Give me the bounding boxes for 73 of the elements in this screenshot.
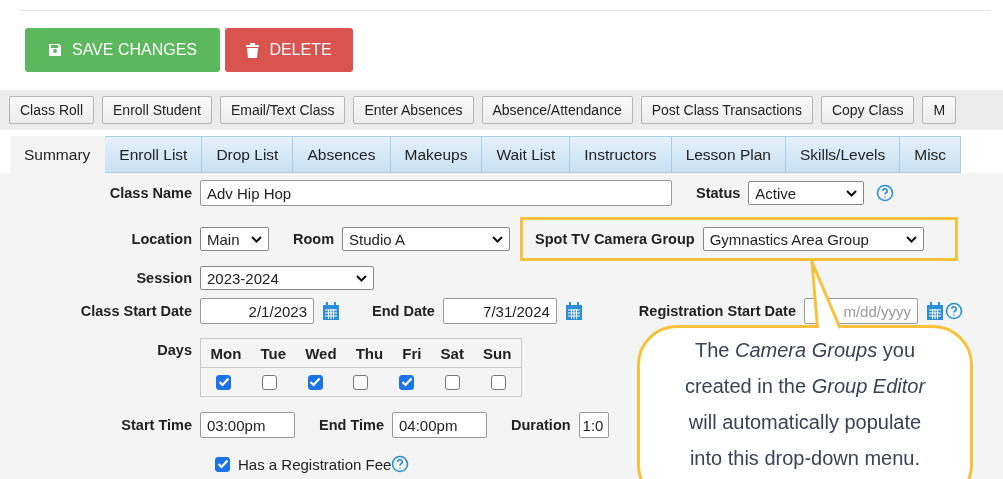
registration-fee-checkbox[interactable] bbox=[215, 456, 230, 472]
toolbar-button[interactable]: Class Roll bbox=[9, 96, 94, 124]
day-heading: Fri bbox=[402, 344, 422, 362]
toolbar-button[interactable]: Enter Absences bbox=[353, 96, 474, 124]
duration-field[interactable]: 1:0 bbox=[578, 412, 609, 438]
day-heading: Thu bbox=[355, 344, 384, 362]
day-checkbox[interactable] bbox=[399, 374, 415, 390]
day-checkbox[interactable] bbox=[216, 374, 232, 390]
day-heading: Tue bbox=[260, 344, 287, 362]
tab[interactable]: Absences bbox=[293, 136, 391, 173]
field-label: Spot TV Camera Group bbox=[535, 231, 695, 247]
trash-icon bbox=[246, 42, 260, 58]
field-label: Session bbox=[135, 270, 193, 286]
toolbar-button[interactable]: Post Class Transactions bbox=[640, 96, 813, 124]
calendar-icon[interactable] bbox=[322, 301, 340, 321]
day-heading: Sat bbox=[440, 344, 464, 362]
help-icon[interactable] bbox=[391, 455, 410, 473]
callout-bubble: The Camera Groups you created in the Group Editor will automatically populate into this drop-down menu. bbox=[637, 325, 973, 479]
tab[interactable]: Summary bbox=[10, 136, 106, 173]
day-checkbox[interactable] bbox=[490, 374, 506, 390]
room-select[interactable]: Studio A bbox=[342, 227, 511, 251]
tab[interactable]: Lesson Plan bbox=[671, 136, 786, 173]
day-checkbox[interactable] bbox=[353, 374, 369, 390]
camera-group-select[interactable]: Gymnastics Area Group bbox=[702, 227, 924, 251]
chevron-icon bbox=[251, 235, 262, 243]
chevron-icon bbox=[846, 189, 858, 197]
chevron-icon bbox=[905, 235, 917, 243]
field-label: Class Name bbox=[108, 185, 193, 201]
start-time-field[interactable]: 03:00pm bbox=[200, 412, 295, 438]
toolbar-button[interactable]: Email/Text Class bbox=[219, 96, 346, 124]
calendar-icon[interactable] bbox=[925, 301, 944, 321]
tab[interactable]: Drop List bbox=[202, 136, 294, 173]
status-select[interactable]: Active bbox=[748, 181, 865, 205]
tab[interactable]: Misc bbox=[900, 136, 962, 173]
tab[interactable]: Enroll List bbox=[105, 136, 203, 173]
session-select[interactable]: 2023-2024 bbox=[200, 266, 374, 290]
field-label: Duration bbox=[511, 417, 571, 433]
field-label: Room bbox=[293, 231, 335, 247]
field-label: Days bbox=[156, 341, 193, 358]
day-checkbox[interactable] bbox=[444, 374, 460, 390]
field-label: Registration Start Date bbox=[638, 303, 796, 319]
calendar-icon[interactable] bbox=[564, 301, 583, 321]
field-label: Class Start Date bbox=[79, 303, 193, 319]
help-icon[interactable] bbox=[876, 184, 895, 202]
end-date-field[interactable]: 7/31/2024 bbox=[442, 298, 557, 324]
location-select[interactable]: Main bbox=[200, 227, 269, 251]
day-heading: Mon bbox=[210, 344, 242, 362]
class-name-field[interactable]: Adv Hip Hop bbox=[200, 180, 672, 206]
tab[interactable]: Instructors bbox=[570, 136, 672, 173]
checkbox-label: Has a Registration Fee bbox=[238, 455, 392, 473]
save-icon bbox=[47, 43, 62, 57]
tab[interactable]: Skills/Levels bbox=[785, 136, 901, 173]
chevron-icon bbox=[356, 274, 367, 282]
field-label: Location bbox=[130, 231, 193, 247]
field-label: Status bbox=[696, 185, 741, 201]
field-label: End Date bbox=[372, 303, 435, 319]
help-icon[interactable] bbox=[944, 302, 963, 320]
day-heading: Wed bbox=[305, 344, 337, 362]
day-heading: Sun bbox=[483, 344, 512, 362]
toolbar-button[interactable]: Absence/Attendance bbox=[481, 96, 633, 124]
day-checkbox[interactable] bbox=[262, 374, 278, 390]
toolbar-button[interactable]: Copy Class bbox=[820, 96, 915, 124]
toolbar-button[interactable]: M bbox=[922, 96, 957, 124]
start-date-field[interactable]: 2/1/2023 bbox=[200, 298, 314, 324]
end-time-field[interactable]: 04:00pm bbox=[392, 412, 487, 438]
delete-button[interactable]: DELETE bbox=[225, 28, 353, 72]
tab[interactable]: Makeups bbox=[390, 136, 483, 173]
tab[interactable]: Wait List bbox=[482, 136, 571, 173]
day-checkbox[interactable] bbox=[307, 374, 323, 390]
field-label: Start Time bbox=[120, 417, 193, 433]
toolbar-button[interactable]: Enroll Student bbox=[102, 96, 212, 124]
field-label: End Time bbox=[319, 417, 384, 433]
chevron-icon bbox=[492, 235, 504, 243]
